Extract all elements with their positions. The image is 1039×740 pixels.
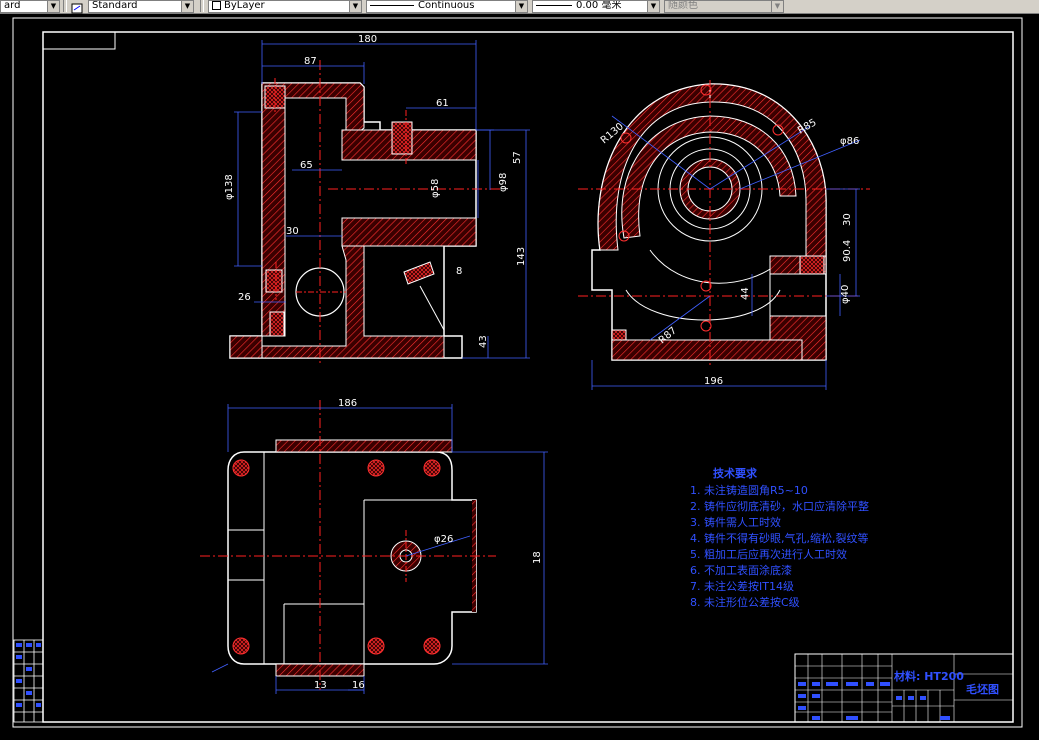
dim-R85: R85 <box>796 117 819 136</box>
dim-phi58: φ58 <box>430 179 441 198</box>
dim-186: 186 <box>338 398 357 409</box>
dim-30: 30 <box>842 213 853 226</box>
technical-requirements: 技术要求 1. 未注铸造圆角R5~10 2. 铸件应彻底清砂，水口应清除平整 3… <box>690 466 869 609</box>
text-style-value: ard <box>4 0 21 11</box>
dim-style-value: Standard <box>92 0 138 11</box>
dim-phi40: φ40 <box>840 285 851 304</box>
tech-req-item: 7. 未注公差按IT14级 <box>690 579 794 593</box>
tech-req-item: 8. 未注形位公差按C级 <box>690 595 800 609</box>
dim-18: 18 <box>532 551 543 564</box>
tech-req-item: 3. 铸件需人工时效 <box>690 515 781 529</box>
revision-table-marks <box>16 643 41 707</box>
linetype-preview-icon <box>370 4 414 6</box>
dim-43: 43 <box>478 335 489 348</box>
chevron-down-icon[interactable]: ▼ <box>349 1 361 12</box>
dim-87: 87 <box>304 56 317 67</box>
tech-req-item: 4. 铸件不得有砂眼,气孔,缩松,裂纹等 <box>690 531 868 545</box>
dim-phi26: φ26 <box>434 534 453 545</box>
chevron-down-icon[interactable]: ▼ <box>515 1 527 12</box>
tech-req-item: 5. 粗加工后应再次进行人工时效 <box>690 547 847 561</box>
linetype-dropdown[interactable]: Continuous ▼ <box>366 0 528 13</box>
dim-style-dropdown[interactable]: Standard ▼ <box>88 0 194 13</box>
color-control-dropdown[interactable]: ByLayer ▼ <box>208 0 362 13</box>
dim-180: 180 <box>358 34 377 45</box>
tech-req-item: 1. 未注铸造圆角R5~10 <box>690 483 808 497</box>
dim-143: 143 <box>516 247 527 266</box>
top-view: 186 φ26 18 13 16 <box>200 398 548 694</box>
chevron-down-icon[interactable]: ▼ <box>647 1 659 12</box>
dimension-style-icon[interactable] <box>70 0 84 14</box>
dim-16: 16 <box>352 680 365 691</box>
layer-value: ByLayer <box>224 0 265 11</box>
dim-26: 26 <box>238 292 251 303</box>
toolbar-separator <box>200 0 204 12</box>
dim-44: 44 <box>740 287 751 300</box>
tech-req-item: 6. 不加工表面涂底漆 <box>690 563 792 577</box>
dim-phi98: φ98 <box>498 173 509 192</box>
dim-196: 196 <box>704 376 723 387</box>
dim-90.4: 90.4 <box>842 240 853 262</box>
outer-frame <box>12 17 1023 728</box>
dim-61: 61 <box>436 98 449 109</box>
side-section-view: R130 R85 φ86 30 90.4 44 φ40 R87 196 <box>578 80 870 390</box>
chevron-down-icon[interactable]: ▼ <box>181 1 193 12</box>
front-section-view: 180 87 61 57 65 φ138 φ58 φ98 30 26 143 4… <box>224 34 530 366</box>
dim-phi86: φ86 <box>840 136 859 147</box>
chevron-down-icon[interactable]: ▼ <box>771 1 783 12</box>
drawing-name: 毛坯图 <box>966 682 999 696</box>
color-swatch-icon <box>212 1 221 10</box>
dim-13: 13 <box>314 680 327 691</box>
chevron-down-icon[interactable]: ▼ <box>47 1 59 12</box>
lineweight-dropdown[interactable]: 0.00 毫米 ▼ <box>532 0 660 13</box>
tech-req-item: 2. 铸件应彻底清砂，水口应清除平整 <box>690 499 869 513</box>
tech-req-title: 技术要求 <box>713 466 758 480</box>
plot-style-value: 随颜色 <box>668 0 698 11</box>
drawing-canvas[interactable]: 180 87 61 57 65 φ138 φ58 φ98 30 26 143 4… <box>0 13 1039 740</box>
title-block: 材料: HT200 毛坯图 <box>794 653 1014 723</box>
properties-toolbar: ard ▼ Standard ▼ ByLayer ▼ Continuous ▼ … <box>0 0 1039 14</box>
text-style-dropdown[interactable]: ard ▼ <box>0 0 60 13</box>
dim-30: 30 <box>286 226 299 237</box>
lineweight-value: 0.00 毫米 <box>576 0 622 11</box>
dim-phi138: φ138 <box>224 174 235 200</box>
lineweight-preview-icon <box>536 4 572 6</box>
toolbar-separator <box>63 0 67 12</box>
code-box <box>42 31 116 50</box>
material-label: 材料: HT200 <box>894 669 964 683</box>
dim-57: 57 <box>512 151 523 164</box>
dim-8: 8 <box>456 266 462 277</box>
dim-65: 65 <box>300 160 313 171</box>
plot-style-dropdown[interactable]: 随颜色 ▼ <box>664 0 784 13</box>
inner-frame <box>42 31 1014 723</box>
linetype-value: Continuous <box>418 0 475 11</box>
